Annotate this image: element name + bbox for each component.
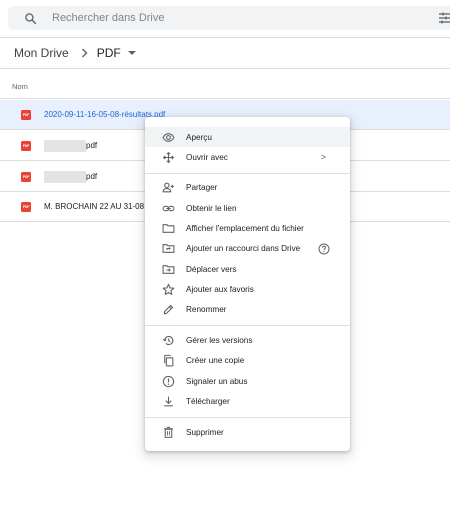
- eye-icon: [162, 131, 175, 144]
- breadcrumb-current-folder[interactable]: PDF: [97, 46, 136, 60]
- report-icon: [162, 375, 175, 388]
- caret-down-icon: [127, 51, 136, 55]
- menu-item-supprimer[interactable]: Supprimer: [145, 422, 350, 442]
- menu-item-partager[interactable]: Partager: [145, 177, 350, 197]
- menu-item-renommer[interactable]: Renommer: [145, 299, 350, 319]
- menu-item-label: Supprimer: [186, 427, 224, 437]
- person-add-icon: [162, 181, 175, 194]
- move-arrows-icon: [162, 151, 175, 164]
- file-name-suffix: pdf: [86, 140, 98, 150]
- menu-item-label: Créer une copie: [186, 355, 245, 365]
- menu-item-gerer-versions[interactable]: Gérer les versions: [145, 330, 350, 350]
- header-divider: [0, 37, 450, 38]
- menu-item-label: Ouvrir avec: [186, 152, 228, 162]
- breadcrumb-root[interactable]: Mon Drive: [14, 46, 69, 60]
- copy-icon: [162, 354, 175, 367]
- menu-item-label: Afficher l'emplacement du fichier: [186, 223, 304, 233]
- chevron-right-icon: [81, 47, 88, 60]
- pencil-icon: [162, 303, 175, 316]
- folder-icon: [162, 222, 175, 235]
- column-header-name[interactable]: Nom: [12, 82, 28, 91]
- menu-item-ajouter-raccourci[interactable]: Ajouter un raccourci dans Drive: [145, 238, 350, 258]
- redaction-block: [44, 139, 86, 152]
- menu-item-afficher-emplacement[interactable]: Afficher l'emplacement du fichier: [145, 218, 350, 238]
- menu-item-label: Télécharger: [186, 396, 230, 406]
- help-icon[interactable]: [318, 242, 330, 255]
- context-menu: Aperçu Ouvrir avec > Partager Obtenir le…: [145, 117, 350, 451]
- chevron-right-icon: >: [320, 152, 326, 162]
- menu-item-label: Signaler un abus: [186, 376, 248, 386]
- pdf-file-icon: PDF: [21, 140, 31, 151]
- menu-item-label: Obtenir le lien: [186, 203, 237, 213]
- menu-item-label: Partager: [186, 182, 218, 192]
- file-name: M. BROCHAIN 22 AU 31-08: [44, 202, 145, 211]
- menu-item-label: Déplacer vers: [186, 264, 237, 274]
- pdf-file-icon: PDF: [21, 171, 31, 182]
- file-name-suffix: pdf: [86, 171, 98, 181]
- column-header-divider: [0, 98, 450, 99]
- search-input[interactable]: [52, 12, 392, 24]
- shortcut-icon: [162, 242, 175, 255]
- menu-item-obtenir-lien[interactable]: Obtenir le lien: [145, 198, 350, 218]
- breadcrumb-divider: [0, 68, 450, 69]
- menu-item-signaler-abus[interactable]: Signaler un abus: [145, 371, 350, 391]
- trash-icon: [162, 426, 175, 439]
- menu-item-label: Aperçu: [186, 132, 212, 142]
- breadcrumb-current-label: PDF: [96, 46, 121, 60]
- breadcrumb: Mon Drive PDF: [14, 42, 136, 64]
- star-icon: [162, 283, 175, 296]
- search-bar: [8, 6, 450, 30]
- search-options-icon[interactable]: [436, 11, 450, 25]
- link-icon: [162, 202, 175, 215]
- menu-item-apercu[interactable]: Aperçu: [145, 127, 350, 147]
- menu-item-label: Gérer les versions: [186, 335, 253, 345]
- menu-item-creer-copie[interactable]: Créer une copie: [145, 350, 350, 370]
- file-name-redacted: pdf: [44, 139, 98, 152]
- menu-divider: [145, 325, 350, 326]
- menu-item-label: Ajouter un raccourci dans Drive: [186, 243, 301, 253]
- redaction-block: [44, 170, 86, 183]
- search-icon[interactable]: [18, 6, 42, 30]
- file-name-redacted: pdf: [44, 170, 98, 183]
- menu-item-label: Renommer: [186, 304, 227, 314]
- move-to-icon: [162, 263, 175, 276]
- download-icon: [162, 395, 175, 408]
- history-icon: [162, 334, 175, 347]
- menu-item-favoris[interactable]: Ajouter aux favoris: [145, 279, 350, 299]
- menu-item-label: Ajouter aux favoris: [186, 284, 254, 294]
- menu-divider: [145, 173, 350, 174]
- menu-item-ouvrir-avec[interactable]: Ouvrir avec >: [145, 147, 350, 167]
- pdf-file-icon: PDF: [21, 201, 31, 212]
- menu-item-telecharger[interactable]: Télécharger: [145, 391, 350, 411]
- pdf-file-icon: PDF: [21, 109, 31, 120]
- menu-divider: [145, 417, 350, 418]
- menu-item-deplacer[interactable]: Déplacer vers: [145, 259, 350, 279]
